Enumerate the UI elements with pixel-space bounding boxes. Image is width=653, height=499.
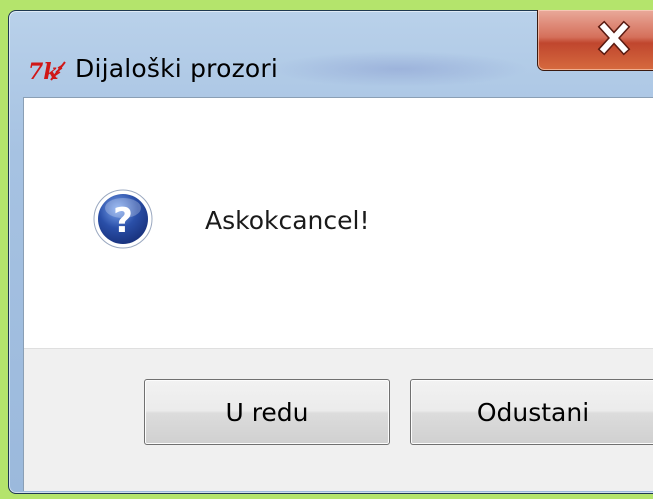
cancel-button[interactable]: Odustani — [410, 379, 653, 445]
svg-text:7k: 7k — [28, 59, 59, 84]
question-icon: ? — [92, 188, 154, 250]
dialog-message: Askokcancel! — [205, 206, 370, 235]
dialog-window: 7k Dijaloški prozori ? Askokcancel! U re… — [8, 10, 653, 494]
close-button[interactable] — [537, 10, 653, 71]
window-title: Dijaloški prozori — [75, 54, 279, 83]
title-bar[interactable]: 7k Dijaloški prozori — [9, 10, 653, 97]
tk-feather-icon: 7k — [27, 58, 67, 85]
message-area: ? Askokcancel! — [24, 98, 653, 348]
svg-text:?: ? — [113, 201, 133, 241]
close-icon — [596, 20, 632, 56]
button-bar: U redu Odustani — [24, 348, 653, 491]
dialog-client-area: ? Askokcancel! U redu Odustani — [23, 97, 653, 491]
ok-button[interactable]: U redu — [144, 379, 390, 445]
